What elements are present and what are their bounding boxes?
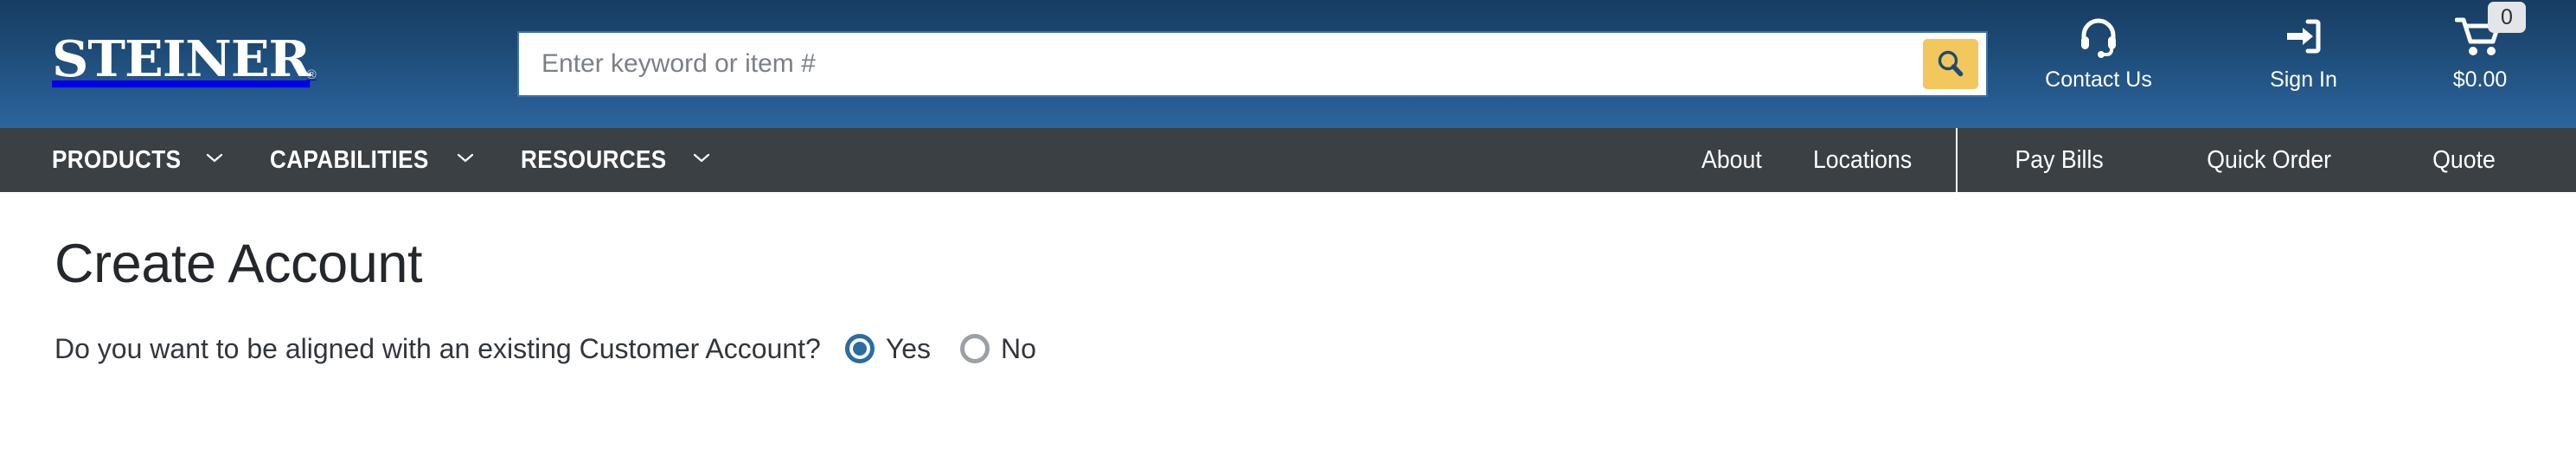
radio-yes-indicator[interactable] (844, 334, 875, 363)
nav-link-about[interactable]: About (1701, 146, 1762, 175)
search-input[interactable] (519, 33, 1923, 95)
radio-no-indicator[interactable] (960, 334, 990, 363)
contact-us-label: Contact Us (2045, 67, 2152, 92)
nav-link-locations[interactable]: Locations (1813, 146, 1912, 175)
chevron-down-icon (457, 152, 474, 168)
customer-account-question-label: Do you want to be aligned with an existi… (54, 333, 821, 364)
search-button[interactable] (1923, 39, 1978, 89)
radio-option-yes[interactable]: Yes (844, 332, 932, 365)
nav-item-resources[interactable]: RESOURCES (521, 146, 710, 175)
nav-actions-group: Pay Bills Quick Order Quote (1958, 146, 2576, 175)
shopping-cart-icon: 0 (2455, 2, 2526, 61)
sign-in-label: Sign In (2270, 67, 2337, 92)
nav-link-pay-bills[interactable]: Pay Bills (2015, 146, 2104, 175)
radio-option-no[interactable]: No (960, 332, 1036, 365)
nav-link-quick-order[interactable]: Quick Order (2207, 146, 2331, 175)
nav-item-products[interactable]: PRODUCTS (52, 146, 223, 175)
main-content: Create Account Do you want to be aligned… (0, 234, 2576, 365)
radio-yes-label: Yes (885, 333, 932, 364)
nav-item-capabilities[interactable]: CAPABILITIES (270, 146, 474, 175)
customer-account-radio-group[interactable]: Yes No (844, 332, 1036, 365)
search-bar[interactable] (517, 31, 1988, 97)
site-header: Steiner ® Contact Us (0, 0, 2576, 128)
cart-count-badge: 0 (2488, 2, 2526, 33)
contact-us-link[interactable]: Contact Us (2021, 12, 2176, 93)
search-icon (1936, 49, 1965, 79)
chevron-down-icon (206, 152, 223, 168)
nav-primary-group: PRODUCTS CAPABILITIES RESOURCES (52, 146, 710, 175)
steiner-logo[interactable]: Steiner ® (52, 16, 317, 88)
nav-item-products-label: PRODUCTS (52, 145, 182, 174)
nav-right-group: About Locations Pay Bills Quick Order Qu… (1699, 128, 2576, 192)
logo-wordmark: Steiner (52, 10, 311, 93)
headset-icon (2077, 12, 2120, 61)
customer-account-question-row: Do you want to be aligned with an existi… (54, 332, 2576, 365)
nav-secondary-group: About Locations (1699, 146, 1957, 175)
main-navigation: PRODUCTS CAPABILITIES RESOURCES About Lo… (0, 128, 2576, 192)
nav-link-quote[interactable]: Quote (2432, 146, 2496, 175)
nav-item-resources-label: RESOURCES (521, 145, 667, 174)
radio-no-label: No (1001, 333, 1036, 364)
cart-total-label: $0.00 (2452, 67, 2508, 92)
nav-item-capabilities-label: CAPABILITIES (269, 145, 429, 174)
sign-in-link[interactable]: Sign In (2230, 12, 2377, 93)
sign-in-arrow-icon (2282, 12, 2325, 61)
page-title: Create Account (54, 234, 423, 294)
cart-link[interactable]: 0 $0.00 (2415, 2, 2545, 93)
chevron-down-icon (693, 152, 710, 168)
